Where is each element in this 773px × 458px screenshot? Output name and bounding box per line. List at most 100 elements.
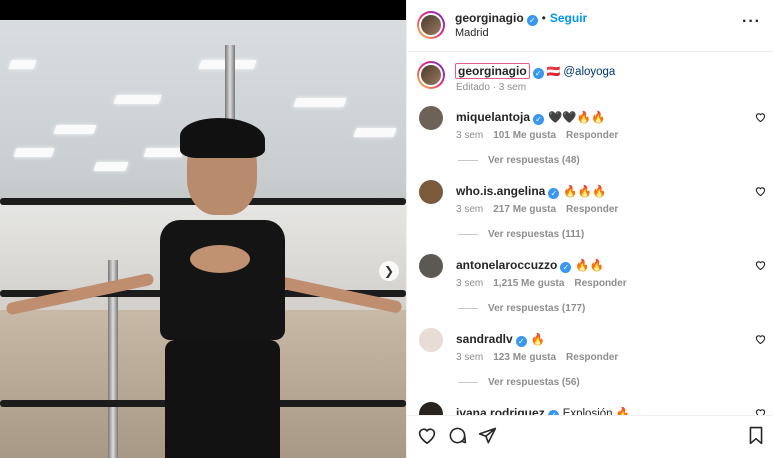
comment-line: miquelantoja ✓ 🖤🖤🔥🔥 — [456, 110, 605, 125]
action-bar — [407, 415, 773, 458]
heart-icon[interactable] — [417, 426, 437, 448]
header-name-line: georginagio ✓ • Seguir — [455, 11, 587, 26]
comment-likes[interactable]: 217 Me gusta — [493, 204, 556, 215]
avatar[interactable] — [417, 11, 445, 39]
comment-like-icon[interactable] — [755, 407, 766, 415]
comment-line: ivana.rodriguez✓Explosión 🔥 — [456, 406, 630, 415]
avatar[interactable] — [419, 180, 443, 204]
header-username[interactable]: georginagio — [455, 11, 524, 25]
comment-likes[interactable]: 123 Me gusta — [493, 352, 556, 363]
caption-username[interactable]: georginagio — [455, 63, 530, 79]
comment-row: ivana.rodriguez✓Explosión 🔥 — [407, 397, 773, 415]
ceiling-light — [8, 60, 37, 69]
comment-meta: 3 sem 217 Me gusta Responder — [456, 204, 628, 215]
comment-row: sandradlv ✓ 🔥 3 sem 123 Me gusta Responder Ver… — [407, 323, 773, 397]
avatar[interactable] — [419, 254, 443, 278]
avatar[interactable] — [417, 61, 445, 89]
comment-container: miquelantoja ✓ 🖤🖤🔥🔥 3 sem 101 Me gusta Respon… — [407, 101, 773, 415]
verified-badge-icon: ✓ — [532, 68, 544, 79]
comment-line: sandradlv ✓ 🔥 — [456, 332, 545, 347]
replies-divider — [458, 381, 478, 383]
black-top — [160, 220, 285, 340]
comment-like-icon[interactable] — [755, 111, 766, 125]
ceiling-light — [293, 98, 347, 107]
black-cap — [180, 118, 265, 158]
comment-like-icon[interactable] — [755, 333, 766, 347]
comment-row: miquelantoja ✓ 🖤🖤🔥🔥 3 sem 101 Me gusta Respon… — [407, 101, 773, 175]
ceiling-light — [93, 162, 129, 171]
replies-divider — [458, 159, 478, 161]
comment-line: who.is.angelina ✓ 🔥🔥🔥 — [456, 184, 606, 199]
comment-username[interactable]: ivana.rodriguez — [456, 406, 545, 415]
view-replies-label: Ver respuestas (111) — [488, 229, 585, 240]
comment-icon[interactable] — [448, 426, 467, 449]
avatar[interactable] — [419, 328, 443, 352]
comment-like-icon[interactable] — [755, 185, 766, 199]
comment-likes[interactable]: 101 Me gusta — [493, 130, 556, 141]
comment-row: who.is.angelina ✓ 🔥🔥🔥 3 sem 217 Me gusta Resp… — [407, 175, 773, 249]
replies-divider — [458, 233, 478, 235]
more-options-icon[interactable]: ··· — [742, 13, 761, 31]
view-replies-button[interactable]: Ver respuestas (56) — [458, 377, 580, 388]
comment-meta: 3 sem 1,215 Me gusta Responder — [456, 278, 637, 289]
person-figure — [125, 110, 315, 458]
reply-button[interactable]: Responder — [566, 204, 618, 215]
location-link[interactable]: Madrid — [455, 27, 489, 39]
reply-button[interactable]: Responder — [566, 130, 618, 141]
ceiling-light — [13, 148, 55, 157]
comment-meta: 3 sem 123 Me gusta Responder — [456, 352, 628, 363]
mention-link[interactable]: @aloyoga — [563, 66, 615, 78]
ceiling-light — [353, 128, 397, 137]
flag-icon: 🇦🇹 — [546, 66, 561, 78]
comment-time: 3 sem — [456, 278, 484, 289]
caption-meta: Editado · 3 sem — [456, 82, 527, 93]
comment-likes[interactable]: 1,215 Me gusta — [493, 278, 564, 289]
chevron-right-icon[interactable]: ❯ — [379, 261, 399, 281]
view-replies-button[interactable]: Ver respuestas (177) — [458, 303, 585, 314]
comment-text: 🖤🖤🔥🔥 — [548, 112, 606, 124]
post-caption: georginagio ✓ 🇦🇹 @aloyoga Editado · 3 sem — [407, 53, 773, 101]
comment-username[interactable]: antonelaroccuzzo — [456, 258, 557, 272]
cutout — [190, 245, 250, 273]
post-photo[interactable]: ❯ — [0, 0, 406, 458]
view-replies-button[interactable]: Ver respuestas (111) — [458, 229, 584, 240]
separator-dot: • — [541, 11, 546, 25]
view-replies-label: Ver respuestas (56) — [488, 377, 580, 388]
comment-username[interactable]: miquelantoja — [456, 110, 530, 124]
reply-button[interactable]: Responder — [574, 278, 626, 289]
comment-time: 3 sem — [456, 352, 484, 363]
comment-time: 3 sem — [456, 204, 484, 215]
comment-username[interactable]: sandradlv — [456, 332, 513, 346]
share-icon[interactable] — [478, 426, 497, 449]
view-replies-button[interactable]: Ver respuestas (48) — [458, 155, 580, 166]
follow-button[interactable]: Seguir — [550, 11, 587, 25]
verified-badge-icon: ✓ — [560, 262, 572, 273]
verified-badge-icon: ✓ — [548, 188, 560, 199]
comment-text: 🔥🔥 — [575, 260, 604, 272]
post-sidebar: georginagio ✓ • Seguir Madrid ··· georginag… — [406, 0, 773, 458]
verified-badge-icon: ✓ — [515, 336, 527, 347]
ceiling-light — [113, 95, 162, 104]
avatar[interactable] — [419, 106, 443, 130]
comment-time: 3 sem — [456, 130, 484, 141]
comment-text: Explosión 🔥 — [562, 408, 631, 415]
caption-text: georginagio ✓ 🇦🇹 @aloyoga — [455, 63, 615, 79]
post-header: georginagio ✓ • Seguir Madrid ··· — [407, 0, 773, 52]
verified-badge-icon: ✓ — [526, 15, 538, 26]
black-leggings — [165, 340, 280, 458]
view-replies-label: Ver respuestas (48) — [488, 155, 580, 166]
comment-text: 🔥 — [530, 334, 546, 346]
gym-photo-scene — [0, 20, 406, 458]
comment-line: antonelaroccuzzo ✓ 🔥🔥 — [456, 258, 604, 273]
comment-text: 🔥🔥🔥 — [563, 186, 607, 198]
bookmark-icon[interactable] — [748, 426, 764, 449]
reply-button[interactable]: Responder — [566, 352, 618, 363]
comment-meta: 3 sem 101 Me gusta Responder — [456, 130, 628, 141]
comments-list[interactable]: georginagio ✓ 🇦🇹 @aloyoga Editado · 3 sem m… — [407, 53, 773, 415]
comment-like-icon[interactable] — [755, 259, 766, 273]
comment-username[interactable]: who.is.angelina — [456, 184, 545, 198]
ceiling-light — [53, 125, 97, 134]
avatar[interactable] — [419, 402, 443, 415]
replies-divider — [458, 307, 478, 309]
comment-row: antonelaroccuzzo ✓ 🔥🔥 3 sem 1,215 Me gusta Re… — [407, 249, 773, 323]
